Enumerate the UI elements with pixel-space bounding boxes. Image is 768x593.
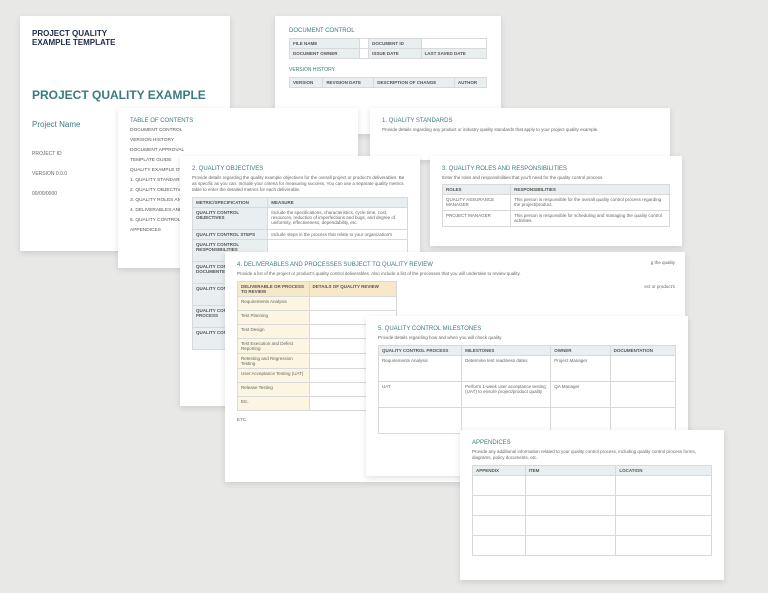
th: METRIC/SPECIFICATION xyxy=(193,198,268,208)
th: ROLES xyxy=(443,185,511,195)
version-history-heading: VERSION HISTORY xyxy=(289,67,487,73)
aside-text: g the quality xyxy=(651,260,675,265)
th: OWNER xyxy=(551,346,610,356)
th: LOCATION xyxy=(616,466,712,476)
page-appendices: APPENDICES Provide any additional inform… xyxy=(460,430,724,580)
doc-title: PROJECT QUALITY EXAMPLE xyxy=(32,88,218,102)
deliverables-heading: 4. DELIVERABLES AND PROCESSES SUBJECT TO… xyxy=(237,262,673,268)
cell xyxy=(610,356,675,382)
cell xyxy=(379,408,462,434)
cell: Determine test readiness dates xyxy=(462,356,551,382)
th: MILESTONES xyxy=(462,346,551,356)
cell: VERSION xyxy=(290,78,323,88)
roles-table: ROLES RESPONSIBILITIES QUALITY ASSURANCE… xyxy=(442,184,670,227)
cell: REVISION DATE xyxy=(323,78,374,88)
roles-heading: 3. QUALITY ROLES AND RESPONSIBILITIES xyxy=(442,166,670,172)
objectives-desc: Provide details regarding the quality ex… xyxy=(192,175,408,193)
cell xyxy=(473,516,526,536)
toc-item: VERSION HISTORY xyxy=(130,138,346,143)
appendices-desc: Provide any additional information relat… xyxy=(472,449,712,461)
page-quality-standards: 1. QUALITY STANDARDS Provide details reg… xyxy=(370,108,670,160)
cell: Include the specifications, characterist… xyxy=(268,208,408,230)
th: APPENDIX xyxy=(473,466,526,476)
th: DOCUMENTATION xyxy=(610,346,675,356)
cell: UAT xyxy=(379,382,462,408)
th: DELIVERABLE OR PROCESS TO REVIEW xyxy=(238,282,310,297)
standards-desc: Provide details regarding any product or… xyxy=(382,127,658,133)
cell: DOCUMENT ID xyxy=(369,39,421,49)
cell: Requirements Analysis xyxy=(379,356,462,382)
appendices-heading: APPENDICES xyxy=(472,440,712,446)
cell: Etc. xyxy=(238,397,310,411)
milestones-table: QUALITY CONTROL PROCESS MILESTONES OWNER… xyxy=(378,345,676,434)
toc-item: DOCUMENT CONTROL xyxy=(130,128,346,133)
cell: ISSUE DATE xyxy=(369,49,421,59)
doc-control-heading: DOCUMENT CONTROL xyxy=(289,28,487,34)
cell: QA Manager xyxy=(551,382,610,408)
cell: DESCRIPTION OF CHANGE xyxy=(374,78,455,88)
cell: Perform 1-week user acceptance testing (… xyxy=(462,382,551,408)
cell: LAST SAVED DATE xyxy=(421,49,486,59)
cell: FILE NAME xyxy=(290,39,360,49)
cell xyxy=(473,496,526,516)
cell: AUTHOR xyxy=(454,78,486,88)
th: QUALITY CONTROL PROCESS xyxy=(379,346,462,356)
cell xyxy=(525,496,616,516)
cell: DOCUMENT OWNER xyxy=(290,49,360,59)
toc-heading: TABLE OF CONTENTS xyxy=(130,118,346,124)
cell: PROJECT MANAGER xyxy=(443,211,511,227)
cell: Include steps in the process that relate… xyxy=(268,230,408,240)
cell xyxy=(525,476,616,496)
toc-item: DOCUMENT APPROVAL xyxy=(130,148,346,153)
cell: QUALITY ASSURANCE MANAGER xyxy=(443,195,511,211)
cell xyxy=(525,516,616,536)
roles-desc: Enter the roles and responsibilities tha… xyxy=(442,175,670,181)
cell: This person is responsible for the overa… xyxy=(511,195,670,211)
th: RESPONSIBILITIES xyxy=(511,185,670,195)
cell: User Acceptance Testing (UAT) xyxy=(238,369,310,383)
th: ITEM xyxy=(525,466,616,476)
cell xyxy=(473,476,526,496)
cell: Test Design xyxy=(238,325,310,339)
appendices-table: APPENDIX ITEM LOCATION xyxy=(472,465,712,556)
th: MEASURE xyxy=(268,198,408,208)
cell xyxy=(616,496,712,516)
cell: Test Execution and Defect Reporting xyxy=(238,339,310,354)
cell xyxy=(525,536,616,556)
cell: QUALITY CONTROL OBJECTIVES xyxy=(193,208,268,230)
cell xyxy=(359,39,368,49)
milestones-desc: Provide details regarding how and when y… xyxy=(378,335,676,341)
th: DETAILS OF QUALITY REVIEW xyxy=(309,282,396,297)
milestones-heading: 5. QUALITY CONTROL MILESTONES xyxy=(378,326,676,332)
deliverables-desc: Provide a list of the project or product… xyxy=(237,271,673,277)
cell xyxy=(359,49,368,59)
cell xyxy=(616,536,712,556)
cell xyxy=(309,297,396,311)
cell: Release Testing xyxy=(238,383,310,397)
cell: This person is responsible for schedulin… xyxy=(511,211,670,227)
cell: Retesting and Regression Testing xyxy=(238,354,310,369)
cell xyxy=(616,476,712,496)
template-header-2: EXAMPLE TEMPLATE xyxy=(32,39,218,48)
aside-text: ect or product's xyxy=(644,284,675,289)
cell: QUALITY CONTROL STEPS xyxy=(193,230,268,240)
standards-heading: 1. QUALITY STANDARDS xyxy=(382,118,658,124)
cell xyxy=(610,382,675,408)
cell: Test Planning xyxy=(238,311,310,325)
doc-control-table: FILE NAME DOCUMENT ID DOCUMENT OWNER ISS… xyxy=(289,38,487,59)
cell xyxy=(473,536,526,556)
objectives-heading: 2. QUALITY OBJECTIVES xyxy=(192,166,408,172)
cell: Project Manager xyxy=(551,356,610,382)
page-roles: 3. QUALITY ROLES AND RESPONSIBILITIES En… xyxy=(430,156,682,246)
cell xyxy=(616,516,712,536)
cell xyxy=(421,39,486,49)
version-history-table: VERSION REVISION DATE DESCRIPTION OF CHA… xyxy=(289,77,487,88)
cell: Requirements Analysis xyxy=(238,297,310,311)
